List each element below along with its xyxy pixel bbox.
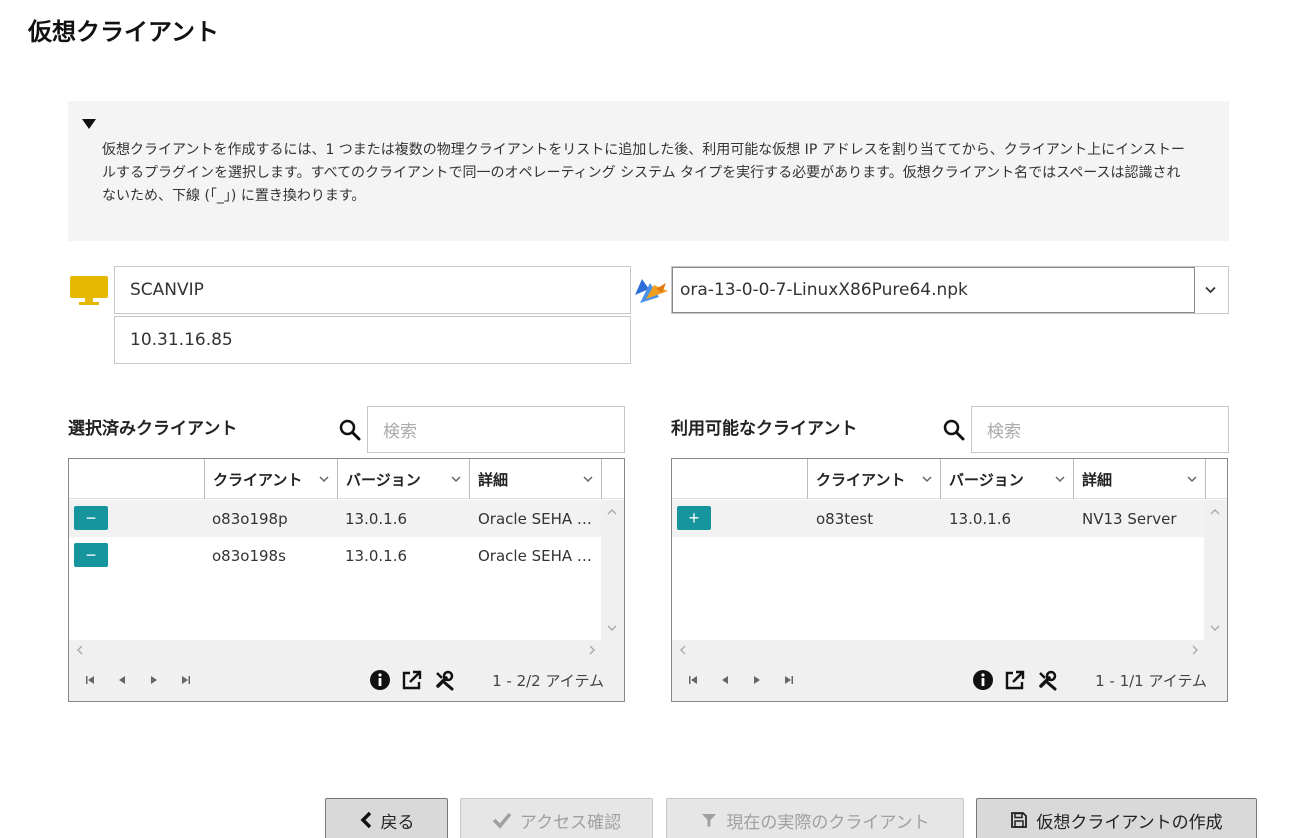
plugin-dropdown-value[interactable]: ora-13-0-0-7-LinuxX86Pure64.npk [672,267,1195,313]
table-row[interactable]: − o83o198s 13.0.1.6 Oracle SEHA … [69,537,601,574]
column-header-client[interactable]: クライアント [807,459,940,499]
scroll-down-icon[interactable] [1210,623,1220,633]
column-header-spacer [1205,459,1227,499]
cell-detail: Oracle SEHA … [478,509,592,528]
info-panel: 仮想クライアントを作成するには、1 つまたは複数の物理クライアントをリストに追加… [68,101,1229,241]
chevron-down-icon[interactable] [319,474,329,484]
last-page-icon[interactable] [783,674,795,686]
info-icon[interactable] [369,669,391,691]
remove-client-button[interactable]: − [74,543,108,567]
chevron-down-icon[interactable] [922,474,932,484]
cell-client: o83o198p [212,509,288,528]
cell-detail: NV13 Server [1082,509,1177,528]
search-icon[interactable] [942,418,966,442]
scroll-right-icon[interactable] [587,645,597,655]
chevron-down-icon[interactable] [583,474,593,484]
plugin-icon [635,279,668,303]
table-row[interactable]: + o83test 13.0.1.6 NV13 Server [672,500,1204,537]
column-header-spacer [601,459,624,499]
grid-body: + o83test 13.0.1.6 NV13 Server [672,500,1204,640]
chevron-down-icon[interactable] [1205,284,1216,295]
chevron-down-icon[interactable] [1187,474,1197,484]
grid-body: − o83o198p 13.0.1.6 Oracle SEHA … − o83o… [69,500,601,640]
selected-clients-title: 選択済みクライアント [68,419,238,439]
first-page-icon[interactable] [84,674,96,686]
save-icon [1011,812,1028,828]
tools-icon[interactable] [1037,669,1059,691]
column-header-version[interactable]: バージョン [940,459,1073,499]
tools-icon[interactable] [434,669,456,691]
grid-pager: 1 - 1/1 アイテム [672,660,1227,701]
grid-header: クライアント バージョン 詳細 [672,459,1227,499]
chevron-down-icon[interactable] [451,474,461,484]
scroll-down-icon[interactable] [607,623,617,633]
column-header-client[interactable]: クライアント [204,459,337,499]
scroll-left-icon[interactable] [75,645,85,655]
info-description: 仮想クライアントを作成するには、1 つまたは複数の物理クライアントをリストに追加… [102,142,1185,204]
available-clients-search-input[interactable]: 検索 [971,406,1229,453]
last-page-icon[interactable] [180,674,192,686]
column-header-detail[interactable]: 詳細 [469,459,601,499]
cell-version: 13.0.1.6 [949,509,1012,528]
plugin-dropdown[interactable]: ora-13-0-0-7-LinuxX86Pure64.npk [671,266,1229,314]
scroll-left-icon[interactable] [678,645,688,655]
actual-clients-button[interactable]: 現在の実際のクライアント [666,798,964,838]
selected-clients-search-input[interactable]: 検索 [367,406,625,453]
monitor-icon [70,276,108,306]
column-header-detail[interactable]: 詳細 [1073,459,1205,499]
back-button-label: 戻る [380,812,415,833]
horizontal-scrollbar[interactable] [672,640,1227,660]
virtual-ip-field[interactable]: 10.31.16.85 [114,316,631,364]
checkmark-icon [492,812,512,829]
first-page-icon[interactable] [687,674,699,686]
scroll-right-icon[interactable] [1190,645,1200,655]
check-access-button-label: アクセス確認 [519,812,622,833]
virtual-client-name-field[interactable]: SCANVIP [114,266,631,314]
vertical-scrollbar[interactable] [601,500,624,640]
selected-clients-grid: クライアント バージョン 詳細 − o83o198p 13.0.1.6 Orac… [68,458,625,702]
collapse-triangle-icon[interactable] [82,119,96,129]
horizontal-scrollbar[interactable] [69,640,624,660]
cell-client: o83o198s [212,546,286,565]
back-button[interactable]: 戻る [325,798,448,838]
prev-page-icon[interactable] [719,674,731,686]
search-icon[interactable] [338,418,362,442]
create-virtual-client-button-label: 仮想クライアントの作成 [1036,812,1223,833]
available-clients-grid: クライアント バージョン 詳細 + o83test 13.0.1.6 NV13 … [671,458,1228,702]
cell-version: 13.0.1.6 [345,509,408,528]
scroll-up-icon[interactable] [607,507,617,517]
scroll-up-icon[interactable] [1210,507,1220,517]
check-access-button[interactable]: アクセス確認 [460,798,653,838]
available-clients-title: 利用可能なクライアント [671,419,858,439]
create-virtual-client-button[interactable]: 仮想クライアントの作成 [976,798,1257,838]
grid-header: クライアント バージョン 詳細 [69,459,624,499]
next-page-icon[interactable] [751,674,763,686]
prev-page-icon[interactable] [116,674,128,686]
chevron-left-icon [360,811,371,829]
actual-clients-button-label: 現在の実際のクライアント [726,812,930,833]
cell-client: o83test [816,509,874,528]
info-icon[interactable] [972,669,994,691]
cell-version: 13.0.1.6 [345,546,408,565]
grid-pager: 1 - 2/2 アイテム [69,660,624,701]
cell-detail: Oracle SEHA … [478,546,592,565]
column-header-version[interactable]: バージョン [337,459,469,499]
item-count: 1 - 2/2 アイテム [492,672,604,690]
external-link-icon[interactable] [401,669,423,691]
chevron-down-icon[interactable] [1055,474,1065,484]
table-row[interactable]: − o83o198p 13.0.1.6 Oracle SEHA … [69,500,601,537]
add-client-button[interactable]: + [677,506,711,530]
remove-client-button[interactable]: − [74,506,108,530]
filter-icon [702,814,717,827]
vertical-scrollbar[interactable] [1204,500,1227,640]
item-count: 1 - 1/1 アイテム [1095,672,1207,690]
next-page-icon[interactable] [148,674,160,686]
page-title: 仮想クライアント [28,18,220,46]
external-link-icon[interactable] [1004,669,1026,691]
